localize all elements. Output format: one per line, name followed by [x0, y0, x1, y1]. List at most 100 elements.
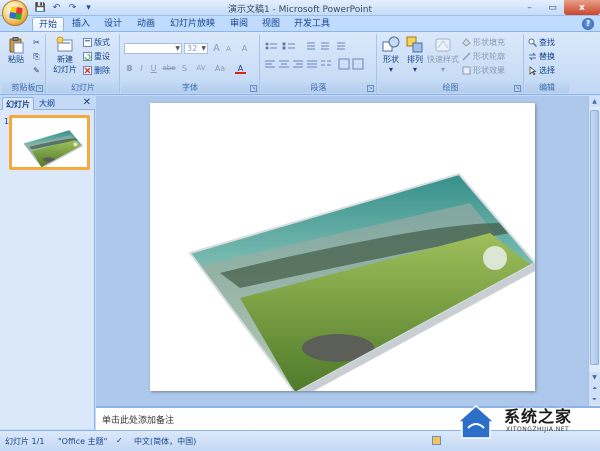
paste-button[interactable]: 粘贴 — [5, 36, 27, 65]
strikethrough-button[interactable]: abe — [161, 63, 177, 74]
shape-fill-label: 形状填充 — [473, 38, 505, 47]
align-center-icon — [279, 60, 289, 68]
vertical-scrollbar[interactable]: ▲ ▼ ⏶ ⏷ — [588, 96, 600, 406]
spell-check-icon[interactable]: ✓ — [116, 436, 123, 445]
prev-slide-icon[interactable]: ⏶ — [589, 383, 600, 394]
format-painter-icon[interactable]: ✎ — [31, 65, 42, 76]
drawing-group-label: 绘图 — [378, 82, 523, 93]
font-name-dropdown-icon[interactable]: ▼ — [175, 44, 180, 54]
select-icon — [529, 66, 537, 75]
cut-icon[interactable]: ✂ — [31, 37, 42, 48]
new-slide-label-1: 新建 — [57, 55, 73, 64]
select-button[interactable]: 选择 — [528, 65, 555, 76]
char-spacing-button[interactable]: AV — [193, 63, 209, 74]
theme-name: "Office 主题" — [58, 437, 108, 446]
paragraph-group: 段落 ↘ — [261, 34, 377, 94]
arrange-label: 排列 — [407, 55, 423, 64]
new-slide-button[interactable]: 新建 幻灯片 — [50, 36, 80, 75]
tab-view[interactable]: 视图 — [256, 17, 286, 32]
clipboard-launcher-icon[interactable]: ↘ — [36, 85, 43, 92]
scroll-down-icon[interactable]: ▼ — [589, 372, 600, 383]
slide-canvas[interactable] — [150, 103, 535, 391]
new-slide-label-2: 幻灯片 — [53, 65, 77, 74]
notes-placeholder: 单击此处添加备注 — [102, 416, 175, 426]
bold-button[interactable]: B — [124, 63, 135, 74]
clear-format-icon[interactable]: A — [239, 43, 250, 54]
shape-fill-button[interactable]: 形状填充 — [462, 37, 505, 48]
reset-label: 重设 — [94, 52, 110, 61]
restore-button[interactable]: ▭ — [541, 0, 564, 15]
grow-font-icon[interactable]: A — [211, 43, 222, 54]
layout-icon — [83, 38, 92, 47]
quick-styles-label: 快速样式 — [427, 55, 459, 64]
shrink-font-icon[interactable]: A — [223, 44, 234, 55]
drawing-launcher-icon[interactable]: ↘ — [514, 85, 521, 92]
increase-indent-icon — [321, 42, 329, 50]
scrollbar-thumb[interactable] — [590, 110, 599, 365]
shapes-icon — [382, 36, 400, 52]
font-color-button[interactable]: A — [235, 63, 246, 74]
delete-slide-label: 删除 — [94, 66, 110, 75]
shape-effects-button[interactable]: 形状效果 — [462, 65, 505, 76]
find-icon — [528, 38, 537, 47]
clipboard-group: 粘贴 ✂ ⎘ ✎ 剪贴板 ↘ — [2, 34, 46, 94]
quick-styles-button[interactable]: 快速样式 ▾ — [426, 36, 460, 75]
replace-icon — [528, 52, 537, 61]
arrange-button[interactable]: 排列 ▾ — [404, 36, 426, 75]
editing-group: 查找 替换 选择 编辑 — [525, 34, 569, 94]
tab-outline[interactable]: 大纲 — [36, 97, 58, 110]
font-name-combo[interactable]: ▼ — [124, 43, 182, 54]
find-button[interactable]: 查找 — [528, 37, 555, 48]
tab-developer[interactable]: 开发工具 — [288, 17, 336, 32]
delete-slide-button[interactable]: 删除 — [83, 65, 110, 76]
select-label: 选择 — [539, 66, 555, 75]
paste-label: 粘贴 — [8, 55, 24, 64]
change-case-button[interactable]: Aa — [213, 63, 227, 74]
font-group: ▼ 32 ▼ A A A B I U abe S AV Aa A 字体 ↘ — [121, 34, 260, 94]
font-size-dropdown-icon[interactable]: ▼ — [201, 44, 206, 54]
align-right-icon — [293, 60, 303, 68]
help-icon[interactable]: ? — [582, 18, 594, 30]
office-button[interactable] — [2, 0, 28, 26]
shapes-dropdown-icon: ▾ — [388, 65, 393, 74]
quick-styles-dropdown-icon: ▾ — [440, 65, 445, 74]
paragraph-buttons[interactable] — [265, 41, 373, 77]
tab-review[interactable]: 审阅 — [224, 17, 254, 32]
scroll-up-icon[interactable]: ▲ — [589, 96, 600, 107]
tab-animation[interactable]: 动画 — [131, 17, 161, 32]
shape-effects-label: 形状效果 — [473, 66, 505, 75]
slide-thumbnail[interactable] — [9, 115, 90, 170]
layout-button[interactable]: 版式 — [83, 37, 110, 48]
replace-button[interactable]: 替换 — [528, 51, 555, 62]
language-indicator[interactable]: 中文(简体，中国) — [134, 436, 196, 447]
landscape-picture[interactable] — [150, 103, 535, 391]
tab-home[interactable]: 开始 — [32, 17, 65, 32]
close-button[interactable]: x — [564, 0, 600, 15]
font-launcher-icon[interactable]: ↘ — [250, 85, 257, 92]
tab-insert[interactable]: 插入 — [66, 17, 96, 32]
editing-group-label: 编辑 — [525, 82, 569, 93]
tab-slideshow[interactable]: 幻灯片放映 — [164, 17, 221, 32]
watermark-url: XITONGZHIJIA.NET — [506, 426, 570, 433]
drawing-group: 形状 ▾ 排列 ▾ 快速样式 ▾ 形状填充 形状轮廓 形状效果 绘图 ↘ — [378, 34, 524, 94]
paste-icon — [9, 37, 24, 54]
copy-icon[interactable]: ⎘ — [31, 51, 42, 62]
close-pane-icon[interactable]: ✕ — [83, 97, 91, 108]
reset-button[interactable]: 重设 — [83, 51, 110, 62]
tab-slides[interactable]: 幻灯片 — [2, 97, 34, 110]
text-shadow-button[interactable]: S — [179, 63, 190, 74]
shape-outline-button[interactable]: 形状轮廓 — [462, 51, 505, 62]
thumbnail-picture — [12, 118, 87, 167]
tab-design[interactable]: 设计 — [98, 17, 128, 32]
window-controls: – ▭ x — [518, 0, 600, 16]
slide-counter: 幻灯片 1/1 — [5, 437, 45, 446]
paragraph-launcher-icon[interactable]: ↘ — [367, 85, 374, 92]
shape-effects-icon — [462, 66, 471, 75]
minimize-button[interactable]: – — [518, 0, 541, 15]
underline-button[interactable]: U — [148, 63, 159, 74]
shapes-button[interactable]: 形状 ▾ — [380, 36, 402, 75]
columns-icon — [321, 60, 331, 66]
font-size-combo[interactable]: 32 ▼ — [184, 43, 208, 54]
italic-button[interactable]: I — [136, 63, 147, 74]
watermark-logo-icon — [456, 404, 496, 439]
